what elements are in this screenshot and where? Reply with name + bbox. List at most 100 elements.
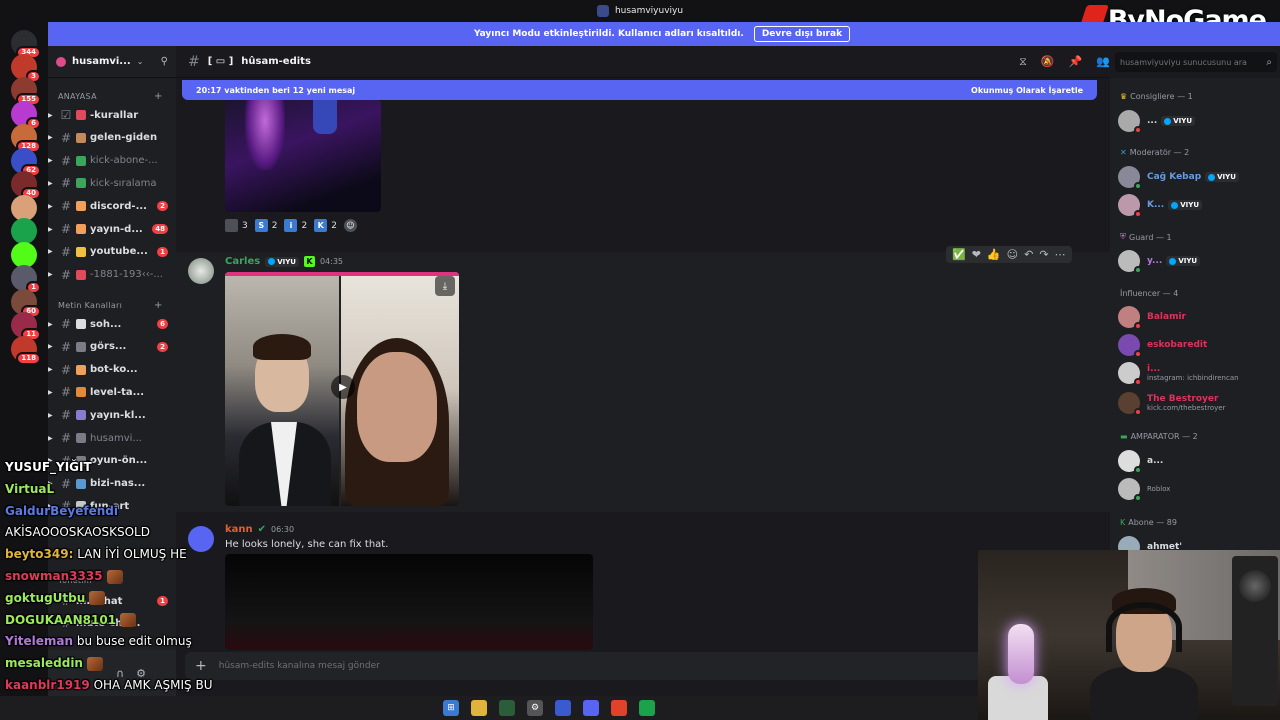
app-icon[interactable] bbox=[555, 700, 571, 716]
server-icon[interactable] bbox=[11, 194, 37, 221]
member-item[interactable]: Balamir bbox=[1118, 306, 1186, 330]
member-item[interactable]: a... bbox=[1118, 450, 1163, 474]
server-icon[interactable]: 128 bbox=[11, 124, 41, 153]
member-item[interactable]: y... VIYU bbox=[1118, 250, 1201, 274]
new-messages-text: 20:17 vaktinden beri 12 yeni mesaj bbox=[196, 85, 356, 95]
server-icon[interactable] bbox=[11, 241, 37, 268]
terminal-icon[interactable] bbox=[499, 700, 515, 716]
server-icon[interactable]: 11 bbox=[11, 312, 41, 341]
member-item[interactable]: The Bestroyer kick.com/thebestroyer bbox=[1118, 392, 1225, 416]
member-item[interactable]: i... instagram: ichbindirencan bbox=[1118, 362, 1239, 386]
channel-item[interactable]: ▶ # görs... 2 bbox=[48, 337, 176, 357]
hash-icon: # bbox=[60, 317, 72, 331]
channel-item[interactable]: ▶ # husamvi... bbox=[48, 428, 176, 448]
member-info: eskobaredit bbox=[1147, 340, 1207, 350]
chat-message: LAN İYİ OLMUŞ HE bbox=[77, 547, 187, 562]
member-info: The Bestroyer kick.com/thebestroyer bbox=[1147, 394, 1225, 412]
add-channel-icon[interactable]: + bbox=[154, 91, 163, 102]
add-channel-icon[interactable]: + bbox=[154, 300, 163, 311]
channel-item[interactable]: ▶ # kick-sıralama bbox=[48, 173, 176, 193]
download-icon[interactable]: ⤓ bbox=[435, 276, 455, 296]
channel-item[interactable]: ▶ # kick-abone-... bbox=[48, 151, 176, 171]
channel-item[interactable]: ▶ # bot-ko... bbox=[48, 360, 176, 380]
reaction-row: 3 S 2 i 2 K 2 ☺ bbox=[225, 219, 357, 232]
category-anayasa[interactable]: ANAYASA + bbox=[58, 91, 162, 102]
kick-icon: K bbox=[303, 256, 315, 267]
channel-item[interactable]: ▶ ☑ -kurallar bbox=[48, 105, 176, 125]
app-icon[interactable] bbox=[639, 700, 655, 716]
new-messages-bar[interactable]: 20:17 vaktinden beri 12 yeni mesaj Okunm… bbox=[182, 80, 1097, 100]
server-icon[interactable]: 155 bbox=[11, 77, 41, 106]
add-reaction-button[interactable]: ☺ bbox=[343, 219, 357, 232]
folder-icon[interactable] bbox=[471, 700, 487, 716]
search-box[interactable]: ⌕ bbox=[1115, 52, 1277, 72]
pin-icon[interactable]: 📌 bbox=[1069, 55, 1083, 69]
author-name[interactable]: Carles bbox=[225, 256, 260, 267]
server-icon[interactable]: 344 bbox=[11, 30, 41, 59]
role-group-header: ▬ AMPARATOR — 2 bbox=[1120, 432, 1198, 441]
message-action-icon[interactable]: ↶ bbox=[1024, 248, 1033, 261]
unread-dot-icon: ▶ bbox=[48, 434, 53, 442]
reaction-pill[interactable]: 3 bbox=[225, 219, 248, 232]
reaction-pill[interactable]: i2 bbox=[284, 219, 307, 232]
server-icon[interactable]: 3 bbox=[11, 53, 41, 83]
message-action-icon[interactable]: ⋯ bbox=[1055, 248, 1066, 261]
chat-line: VirtuaL bbox=[5, 482, 54, 496]
member-item[interactable]: Cağ Kebap VIYU bbox=[1118, 166, 1239, 190]
channel-emoji-icon bbox=[76, 364, 86, 375]
role-group-header: ✕ Moderatör — 2 bbox=[1120, 148, 1189, 157]
avatar[interactable] bbox=[188, 258, 214, 284]
chrome-icon[interactable] bbox=[611, 700, 627, 716]
start-icon[interactable]: ⊞ bbox=[443, 700, 459, 716]
message-action-icon[interactable]: 👍 bbox=[987, 248, 1001, 261]
disable-streamer-mode-button[interactable]: Devre dışı bırak bbox=[753, 26, 851, 42]
member-item[interactable]: ... VIYU bbox=[1118, 110, 1196, 134]
channel-item[interactable]: ▶ # gelen-giden bbox=[48, 128, 176, 148]
mark-read-button[interactable]: Okunmuş Olarak İşaretle bbox=[971, 86, 1083, 95]
message-action-icon[interactable]: ↷ bbox=[1039, 248, 1048, 261]
emote-icon bbox=[89, 591, 106, 606]
video-attachment[interactable]: ▶ ⤓ bbox=[225, 272, 459, 506]
channel-item[interactable]: ▶ # discord-... 2 bbox=[48, 196, 176, 216]
channel-name: yayın-d... bbox=[90, 223, 143, 235]
member-item[interactable]: Roblox bbox=[1118, 478, 1170, 502]
play-icon[interactable]: ▶ bbox=[331, 375, 355, 399]
unread-count-badge: 2 bbox=[157, 341, 168, 352]
server-icon[interactable] bbox=[11, 218, 37, 244]
message-action-icon[interactable]: ❤ bbox=[972, 248, 981, 261]
category-metin[interactable]: Metin Kanalları + bbox=[58, 300, 162, 311]
channel-item[interactable]: ▶ # youtube... 1 bbox=[48, 242, 176, 262]
channel-item[interactable]: ▶ # yayın-kl... bbox=[48, 405, 176, 425]
invite-people-icon[interactable]: ⚲ bbox=[161, 56, 168, 67]
image-attachment[interactable] bbox=[225, 100, 381, 212]
role-icon: ⛨ bbox=[1120, 232, 1126, 241]
server-icon[interactable]: 118 bbox=[11, 335, 41, 365]
member-list-icon[interactable]: 👥 bbox=[1096, 55, 1110, 69]
chat-message: OHA AMK AŞMIŞ BU bbox=[93, 678, 213, 692]
status-icon bbox=[1134, 266, 1142, 274]
threads-icon[interactable]: ⧖ bbox=[1019, 55, 1027, 69]
channel-item[interactable]: ▶ # yayın-d... 48 bbox=[48, 219, 176, 239]
channel-item[interactable]: ▶ # -1881-193‹‹-... bbox=[48, 265, 176, 285]
reaction-pill[interactable]: S2 bbox=[254, 219, 277, 232]
message-action-icon[interactable]: ✅ bbox=[952, 248, 966, 261]
search-input[interactable] bbox=[1120, 57, 1267, 67]
channel-item[interactable]: ▶ # level-ta... bbox=[48, 382, 176, 402]
reaction-pill[interactable]: K2 bbox=[314, 219, 337, 232]
discord-icon[interactable] bbox=[583, 700, 599, 716]
server-icon[interactable]: 40 bbox=[11, 171, 41, 200]
guild-header[interactable]: husamvi... ⌄ ⚲ bbox=[48, 46, 176, 78]
video-attachment[interactable] bbox=[225, 554, 593, 650]
channel-item[interactable]: ▶ # soh... 6 bbox=[48, 314, 176, 334]
avatar bbox=[1118, 362, 1142, 386]
member-item[interactable]: K... VIYU bbox=[1118, 194, 1203, 218]
message-action-icon[interactable]: ☺ bbox=[1007, 248, 1018, 261]
server-icon[interactable]: 1 bbox=[11, 265, 41, 294]
member-item[interactable]: eskobaredit bbox=[1118, 334, 1207, 358]
server-icon[interactable]: 62 bbox=[11, 147, 41, 177]
server-icon[interactable]: 60 bbox=[11, 288, 41, 318]
server-icon[interactable]: 6 bbox=[11, 100, 41, 130]
notifications-icon[interactable]: 🔕 bbox=[1041, 55, 1055, 69]
settings-icon[interactable]: ⚙ bbox=[527, 700, 543, 716]
message-composer[interactable]: + hûsam-edits kanalına mesaj gönder bbox=[185, 652, 1095, 680]
